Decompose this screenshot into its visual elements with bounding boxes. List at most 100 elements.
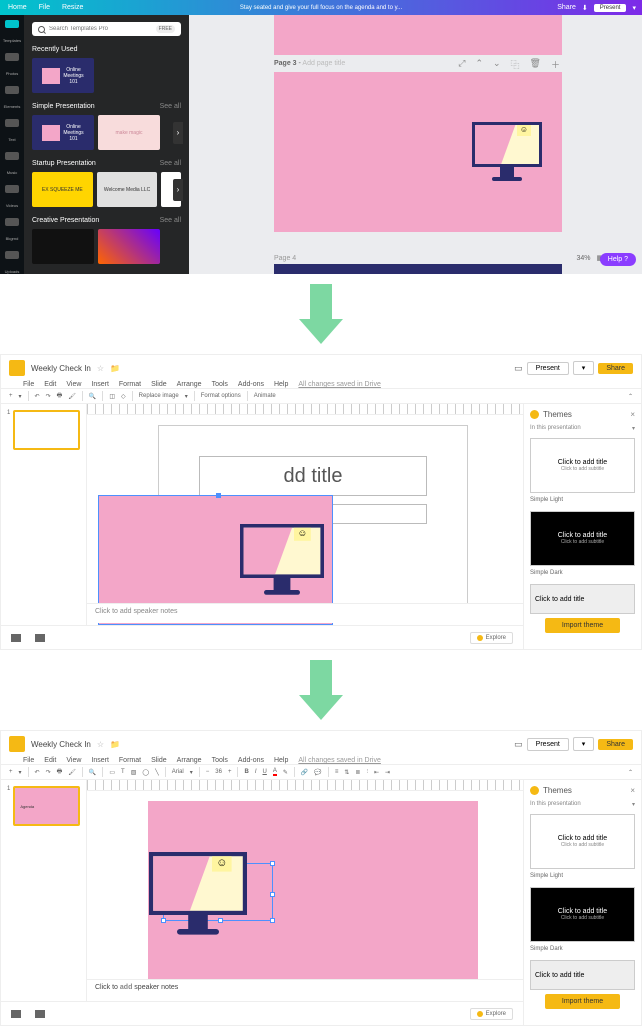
- canva-slide-3[interactable]: ☺: [274, 72, 562, 232]
- print-icon[interactable]: 🖶: [57, 767, 63, 777]
- explore-button[interactable]: Explore: [470, 1008, 513, 1020]
- move-icon[interactable]: 📁: [110, 740, 120, 749]
- underline-icon[interactable]: U: [263, 769, 267, 775]
- spacing-icon[interactable]: ⇅: [344, 769, 349, 776]
- menu-arrange[interactable]: Arrange: [177, 381, 202, 388]
- videos-icon[interactable]: [5, 185, 19, 193]
- menu-arrange[interactable]: Arrange: [177, 757, 202, 764]
- canva-share-button[interactable]: Share: [557, 4, 576, 11]
- undo-icon[interactable]: ↶: [35, 769, 40, 776]
- slide-content[interactable]: Agenda ☺: [148, 801, 478, 986]
- present-dropdown[interactable]: ▾: [573, 361, 595, 375]
- list-numbered-icon[interactable]: ≣: [355, 769, 360, 776]
- animate-button[interactable]: Animate: [254, 393, 276, 399]
- explore-button[interactable]: Explore: [470, 632, 513, 644]
- move-down-icon[interactable]: ⌄: [493, 58, 501, 71]
- speaker-notes[interactable]: Click to add speaker notes: [87, 979, 523, 999]
- textbox-icon[interactable]: T: [121, 769, 125, 775]
- template-thumb[interactable]: EX SQUEEZE ME: [32, 172, 93, 207]
- photos-icon[interactable]: [5, 53, 19, 61]
- paint-icon[interactable]: 🖌: [68, 393, 76, 400]
- chevron-down-icon[interactable]: ▾: [632, 425, 635, 432]
- doc-title[interactable]: Weekly Check In: [31, 740, 91, 749]
- close-icon[interactable]: ×: [630, 410, 635, 419]
- zoom-fit-icon[interactable]: 🔍: [89, 393, 96, 400]
- view-filmstrip-icon[interactable]: [11, 634, 21, 642]
- highlight-icon[interactable]: ✎: [283, 769, 288, 776]
- text-icon[interactable]: [5, 119, 19, 127]
- template-thumb[interactable]: [32, 229, 94, 264]
- delete-icon[interactable]: 🗑: [530, 58, 541, 71]
- theme-option[interactable]: Click to add title: [530, 960, 635, 990]
- share-button[interactable]: Share: [598, 363, 633, 374]
- theme-simple-dark[interactable]: Click to add titleClick to add subtitle: [530, 887, 635, 942]
- see-all-link[interactable]: See all: [160, 160, 181, 167]
- font-select[interactable]: Arial: [172, 769, 184, 775]
- canva-present-button[interactable]: Present: [594, 4, 627, 12]
- select-icon[interactable]: ▭: [109, 769, 115, 776]
- comments-icon[interactable]: ▭: [514, 363, 523, 374]
- replace-image-button[interactable]: Replace image: [139, 393, 179, 399]
- zoom-value[interactable]: 34%: [576, 255, 590, 262]
- slide-thumb-1[interactable]: [13, 410, 80, 450]
- expand-icon[interactable]: ⤢: [458, 58, 465, 71]
- link-icon[interactable]: 🔗: [301, 769, 308, 776]
- uploads-icon[interactable]: [5, 251, 19, 259]
- comment-icon[interactable]: 💬: [314, 769, 321, 776]
- list-bullet-icon[interactable]: ⫶: [366, 769, 368, 776]
- template-thumb[interactable]: Welcome Media LLC: [97, 172, 158, 207]
- mask-icon[interactable]: ◇: [121, 393, 126, 400]
- theme-option[interactable]: Click to add title: [530, 584, 635, 614]
- slide-thumb-1[interactable]: Agenda: [13, 786, 80, 826]
- print-icon[interactable]: 🖶: [57, 391, 63, 401]
- menu-view[interactable]: View: [66, 381, 81, 388]
- import-theme-button[interactable]: Import theme: [545, 994, 620, 1009]
- templates-icon[interactable]: [5, 20, 19, 28]
- share-button[interactable]: Share: [598, 739, 633, 750]
- template-thumb[interactable]: Online Meetings 101: [32, 115, 94, 150]
- indent-inc-icon[interactable]: ⇥: [385, 769, 390, 776]
- menu-tools[interactable]: Tools: [212, 757, 228, 764]
- speaker-notes[interactable]: Click to add speaker notes: [87, 603, 523, 623]
- menu-edit[interactable]: Edit: [44, 757, 56, 764]
- see-all-link[interactable]: See all: [160, 217, 181, 224]
- new-slide-icon[interactable]: +: [9, 393, 13, 399]
- chevron-down-icon[interactable]: ▾: [632, 4, 636, 12]
- theme-simple-light[interactable]: Click to add titleClick to add subtitle: [530, 814, 635, 869]
- comments-icon[interactable]: ▭: [514, 739, 523, 750]
- star-icon[interactable]: ☆: [97, 364, 104, 373]
- search-input[interactable]: [49, 26, 152, 32]
- import-theme-button[interactable]: Import theme: [545, 618, 620, 633]
- slides-logo-icon[interactable]: [9, 360, 25, 376]
- present-button[interactable]: Present: [527, 362, 569, 375]
- chevron-up-icon[interactable]: ⌃: [628, 393, 633, 400]
- shape-icon[interactable]: ◯: [142, 769, 149, 776]
- redo-icon[interactable]: ↷: [46, 769, 51, 776]
- template-thumb[interactable]: Online Meetings 101: [32, 58, 94, 93]
- scroll-right-icon[interactable]: ›: [173, 179, 183, 201]
- help-button[interactable]: Help ?: [600, 253, 636, 266]
- move-icon[interactable]: 📁: [110, 364, 120, 373]
- canva-home[interactable]: Home: [8, 4, 27, 11]
- menu-slide[interactable]: Slide: [151, 381, 167, 388]
- title-placeholder[interactable]: dd title: [199, 456, 427, 496]
- canva-resize[interactable]: Resize: [62, 4, 83, 11]
- menu-file[interactable]: File: [23, 381, 34, 388]
- see-all-link[interactable]: See all: [160, 103, 181, 110]
- menu-addons[interactable]: Add-ons: [238, 381, 264, 388]
- theme-simple-dark[interactable]: Click to add titleClick to add subtitle: [530, 511, 635, 566]
- star-icon[interactable]: ☆: [97, 740, 104, 749]
- undo-icon[interactable]: ↶: [35, 393, 40, 400]
- theme-simple-light[interactable]: Click to add titleClick to add subtitle: [530, 438, 635, 493]
- resize-handle[interactable]: [216, 493, 221, 498]
- italic-icon[interactable]: I: [255, 769, 257, 775]
- add-page-icon[interactable]: ＋: [551, 58, 560, 71]
- copy-icon[interactable]: ⿻: [511, 58, 520, 71]
- canva-file[interactable]: File: [39, 4, 50, 11]
- menu-view[interactable]: View: [66, 757, 81, 764]
- menu-slide[interactable]: Slide: [151, 757, 167, 764]
- menu-addons[interactable]: Add-ons: [238, 757, 264, 764]
- menu-format[interactable]: Format: [119, 381, 141, 388]
- chevron-down-icon[interactable]: ▾: [632, 801, 635, 808]
- elements-icon[interactable]: [5, 86, 19, 94]
